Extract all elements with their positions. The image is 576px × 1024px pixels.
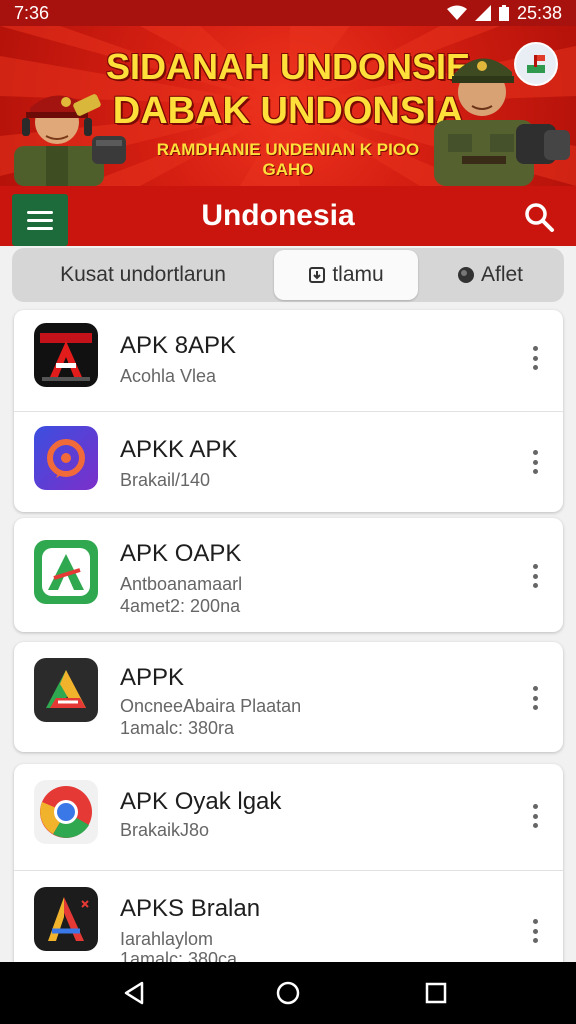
app-list-card: APK 8APK Acohla Vlea APKK APK Brakail/14… — [14, 310, 563, 512]
app-list-card: APK Oyak lgak BrakaikJ8o APKS Bralan Iar… — [14, 764, 563, 974]
banner-title-line2: DABAK UNDONSIA — [112, 90, 464, 132]
app-meta: 1amalc: 380ra — [120, 718, 235, 738]
back-triangle-icon[interactable] — [120, 979, 148, 1007]
home-circle-icon[interactable] — [274, 979, 302, 1007]
promo-banner[interactable]: SIDANAH UNDONSIE DABAK UNDONSIA RAMDHANI… — [0, 26, 576, 186]
app-meta: 4amet2: 200na — [120, 596, 241, 616]
app-bar: Undonesia — [0, 186, 576, 246]
app-name: APK OAPK — [120, 540, 242, 567]
list-item[interactable]: APPK OncneeAbaira Plaatan 1amalc: 380ra — [14, 642, 563, 752]
tab-label: Aflet — [480, 263, 524, 286]
tab-aflet[interactable]: Aflet — [418, 250, 562, 300]
more-vert-icon[interactable] — [526, 450, 544, 474]
app-icon-drive-dark — [34, 658, 98, 722]
banner-title-line1: SIDANAH UNDONSIE — [105, 46, 471, 87]
tab-bar: Kusat undortlarun tlamu Aflet — [12, 248, 564, 302]
more-vert-icon[interactable] — [526, 804, 544, 828]
system-nav-bar — [0, 962, 576, 1024]
app-title: Undonesia — [201, 199, 355, 232]
app-name: APK Oyak lgak — [120, 788, 282, 815]
app-subtitle: Antboanamaarl — [120, 574, 243, 594]
recents-square-icon[interactable] — [422, 979, 450, 1007]
list-item[interactable]: APK OAPK Antboanamaarl 4amet2: 200na — [14, 518, 563, 632]
app-icon-a-gradient — [34, 887, 98, 951]
tab-kusat[interactable]: Kusat undortlarun — [12, 250, 274, 300]
app-list-card: APPK OncneeAbaira Plaatan 1amalc: 380ra — [14, 642, 563, 752]
app-list-card: APK OAPK Antboanamaarl 4amet2: 200na — [14, 518, 563, 632]
search-icon[interactable] — [522, 200, 556, 234]
wifi-icon — [446, 5, 467, 20]
list-item[interactable]: APK Oyak lgak BrakaikJ8o — [14, 764, 563, 866]
circle-icon — [457, 267, 474, 283]
list-item[interactable]: APKS Bralan Iarahlaylom 1amalc: 380ca — [14, 870, 563, 974]
app-icon-chat-purple — [34, 426, 98, 490]
app-subtitle: BrakaikJ8o — [120, 820, 210, 840]
app-icon-chrome — [34, 780, 98, 844]
flag-badge-icon — [514, 42, 558, 86]
app-name: APKS Bralan — [120, 895, 261, 922]
more-vert-icon[interactable] — [526, 686, 544, 710]
status-time: 7:36 — [14, 2, 50, 23]
more-vert-icon[interactable] — [526, 346, 544, 370]
download-icon — [309, 267, 326, 283]
battery-icon — [498, 5, 509, 21]
app-name: APKK APK — [120, 436, 238, 463]
list-item[interactable]: APKK APK Brakail/140 — [14, 411, 563, 512]
more-vert-icon[interactable] — [526, 919, 544, 943]
app-subtitle: Iarahlaylom — [120, 929, 214, 949]
status-bar: 7:36 25:38 — [0, 0, 576, 26]
tab-tlamu[interactable]: tlamu — [274, 250, 418, 300]
app-subtitle: Acohla Vlea — [120, 366, 217, 386]
list-item[interactable]: APK 8APK Acohla Vlea — [14, 310, 563, 406]
app-subtitle: Brakail/140 — [120, 470, 211, 490]
tab-label: tlamu — [332, 263, 384, 286]
app-icon-a-green — [34, 540, 98, 604]
app-name: APK 8APK — [120, 332, 237, 359]
app-subtitle: OncneeAbaira Plaatan — [120, 696, 302, 716]
signal-icon — [474, 5, 491, 21]
banner-subtitle: RAMDHANIE UNDENIAN K PIOO GAHO — [156, 140, 420, 179]
tab-label: Kusat undortlarun — [60, 263, 226, 286]
app-icon-a-red — [34, 323, 98, 387]
status-clock: 25:38 — [516, 2, 562, 23]
app-name: APPK — [120, 664, 185, 691]
status-icons: 25:38 — [446, 2, 562, 24]
more-vert-icon[interactable] — [526, 564, 544, 588]
